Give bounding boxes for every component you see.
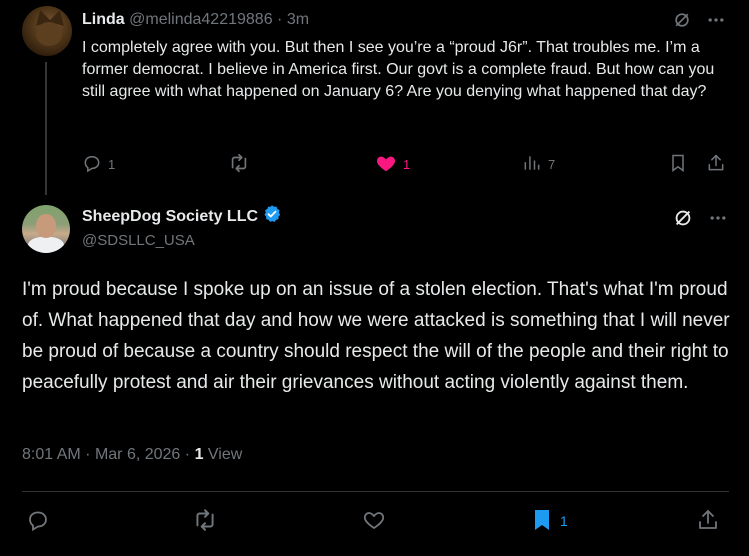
bookmark-icon <box>668 153 688 176</box>
share-icon <box>706 153 726 176</box>
post-detail-page: Linda @melinda42219886 · 3m I completely… <box>0 0 749 556</box>
analytics-icon <box>522 153 542 176</box>
tweet-meta: 8:01 AM · Mar 6, 2026 · 1 View <box>22 446 242 464</box>
author-handle[interactable]: @SDSLLC_USA <box>82 232 195 249</box>
views-label: View <box>207 446 243 463</box>
tweet-top-actions <box>672 207 728 229</box>
tweet-date[interactable]: Mar 6, 2026 <box>95 446 180 463</box>
separator: · <box>277 11 283 28</box>
views-button[interactable]: 7 <box>522 153 555 176</box>
reply-button[interactable] <box>26 508 56 535</box>
reply-action-bar: 1 1 7 <box>82 152 732 176</box>
heart-icon <box>362 508 386 535</box>
grok-icon[interactable] <box>672 207 694 229</box>
like-count: 1 <box>403 156 411 172</box>
separator: · <box>184 446 191 463</box>
tweet-action-bar: 1 <box>22 506 729 536</box>
repost-button[interactable] <box>192 507 224 536</box>
share-icon <box>696 508 720 535</box>
bookmark-count: 1 <box>560 513 568 529</box>
grok-icon[interactable] <box>672 10 692 30</box>
like-button[interactable]: 1 <box>375 152 410 177</box>
author-name[interactable]: SheepDog Society LLC <box>82 206 258 228</box>
divider <box>22 491 729 492</box>
reply-text: I completely agree with you. But then I … <box>82 39 715 100</box>
avatar[interactable] <box>22 205 70 253</box>
bookmark-button[interactable] <box>668 153 688 176</box>
separator: · <box>85 446 91 463</box>
repost-icon <box>192 507 218 536</box>
verified-badge-icon[interactable] <box>262 204 282 231</box>
reply-tweet[interactable]: Linda @melinda42219886 · 3m I completely… <box>0 0 749 195</box>
tweet-time[interactable]: 8:01 AM <box>22 446 81 463</box>
reply-count: 1 <box>108 156 116 172</box>
author-name-line: SheepDog Society LLC <box>82 204 282 231</box>
views-count: 1 <box>194 446 204 463</box>
more-icon[interactable] <box>708 208 728 228</box>
bookmark-icon <box>530 507 554 536</box>
reply-icon <box>82 153 102 176</box>
reply-icon <box>26 508 50 535</box>
reply-button[interactable]: 1 <box>82 153 115 176</box>
repost-icon <box>228 152 250 177</box>
heart-icon <box>375 152 397 177</box>
avatar[interactable] <box>22 6 72 56</box>
reply-top-actions <box>672 10 726 30</box>
like-button[interactable] <box>362 508 392 535</box>
tweet-text: I'm proud because I spoke up on an issue… <box>22 279 730 393</box>
share-button[interactable] <box>706 153 726 176</box>
views-count: 7 <box>548 156 556 172</box>
repost-button[interactable] <box>228 152 256 177</box>
thread-connector-line <box>45 62 47 195</box>
bookmark-button[interactable]: 1 <box>530 507 568 536</box>
more-icon[interactable] <box>706 10 726 30</box>
author-handle[interactable]: @melinda42219886 <box>129 11 272 28</box>
share-button[interactable] <box>696 508 720 535</box>
author-name[interactable]: Linda <box>82 11 125 28</box>
reply-header: Linda @melinda42219886 · 3m <box>82 10 309 30</box>
timestamp[interactable]: 3m <box>287 11 309 28</box>
